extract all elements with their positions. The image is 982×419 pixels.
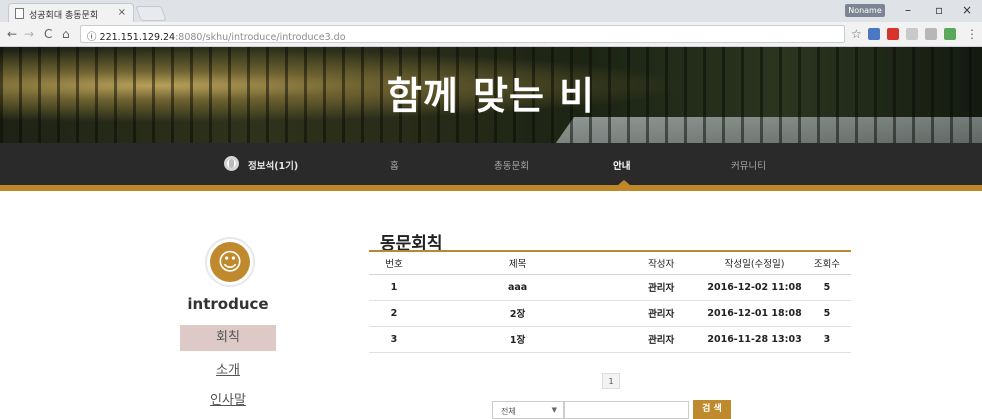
user-name[interactable]: 정보석(1기) <box>248 158 298 172</box>
row-views: 3 <box>802 326 851 353</box>
profile-badge[interactable]: Noname <box>845 4 885 17</box>
browser-menu-icon[interactable]: ⋮ <box>966 27 978 41</box>
row-title-link[interactable]: 1장 <box>418 326 617 353</box>
address-toolbar: ← → C ⌂ ⓘ 221.151.129.24:8080/skhu/intro… <box>0 22 982 47</box>
chevron-down-icon: ▼ <box>551 406 557 414</box>
browser-tab-strip: 성공회대 총동문회 × Noname – ▫ × <box>0 0 982 22</box>
browser-tab[interactable]: 성공회대 총동문회 × <box>8 3 134 22</box>
search-input[interactable] <box>564 401 689 419</box>
window-close-button[interactable]: × <box>962 3 972 17</box>
row-title-link[interactable]: aaa <box>418 274 617 301</box>
nav-accent-bar <box>0 185 982 191</box>
active-nav-caret-icon <box>618 180 630 185</box>
sidebar-item-rules[interactable]: 회칙 <box>180 325 276 351</box>
close-tab-icon[interactable]: × <box>118 7 126 18</box>
row-date: 2016-11-28 13:03 <box>706 326 803 353</box>
site-info-icon[interactable]: ⓘ <box>87 32 97 43</box>
back-icon[interactable]: ← <box>7 27 17 41</box>
nav-item-community[interactable]: 커뮤니티 <box>731 158 766 172</box>
extension-icon[interactable] <box>925 28 937 40</box>
row-title-link[interactable]: 2장 <box>418 300 617 327</box>
search-scope-select[interactable]: 전체 ▼ <box>492 401 564 419</box>
row-views: 5 <box>802 274 851 301</box>
url-path: :8080/skhu/introduce/introduce3.do <box>175 32 346 43</box>
nav-item-alumni[interactable]: 총동문회 <box>494 158 529 172</box>
search-button[interactable]: 검 색 <box>693 400 731 419</box>
row-number: 3 <box>369 326 419 353</box>
extension-icon[interactable] <box>906 28 918 40</box>
row-author: 관리자 <box>616 274 707 301</box>
forward-icon[interactable]: → <box>24 27 34 41</box>
board-table: 번호 제목 작성자 작성일(수정일) 조회수 1 aaa 관리자 2016-12… <box>369 250 851 353</box>
table-header-row: 번호 제목 작성자 작성일(수정일) 조회수 <box>369 251 851 275</box>
banner-title: 함께 맞는 비 <box>386 74 596 118</box>
hero-banner: 함께 맞는 비 <box>0 47 982 143</box>
sidebar-item-about[interactable]: 소개 <box>180 358 276 384</box>
new-tab-button[interactable] <box>135 6 167 21</box>
row-date: 2016-12-01 18:08 <box>706 300 803 327</box>
search-scope-value: 전체 <box>501 407 516 416</box>
pagination-page-1[interactable]: 1 <box>602 373 620 389</box>
sidebar-item-greeting[interactable]: 인사말 <box>180 388 276 414</box>
home-icon[interactable]: ⌂ <box>62 27 70 41</box>
row-views: 5 <box>802 300 851 327</box>
extension-icon[interactable] <box>887 28 899 40</box>
col-header-author: 작성자 <box>616 251 707 275</box>
nav-item-home[interactable]: 홈 <box>390 158 399 172</box>
row-number: 1 <box>369 274 419 301</box>
extension-icon[interactable] <box>868 28 880 40</box>
sidebar-emblem: ☺ <box>205 237 255 287</box>
table-row[interactable]: 3 1장 관리자 2016-11-28 13:03 3 <box>369 326 851 353</box>
main-navigation: 홈 총동문회 안내 커뮤니티 <box>0 143 982 185</box>
url-host: 221.151.129.24 <box>99 32 176 43</box>
col-header-date: 작성일(수정일) <box>706 251 803 275</box>
col-header-number: 번호 <box>369 251 419 275</box>
col-header-title: 제목 <box>418 251 617 275</box>
table-row[interactable]: 2 2장 관리자 2016-12-01 18:08 5 <box>369 300 851 327</box>
row-number: 2 <box>369 300 419 327</box>
row-author: 관리자 <box>616 326 707 353</box>
maximize-button[interactable]: ▫ <box>935 3 943 17</box>
sidebar-title: introduce <box>187 295 269 313</box>
bookmark-star-icon[interactable]: ☆ <box>851 27 862 41</box>
col-header-views: 조회수 <box>802 251 851 275</box>
url-input[interactable]: ⓘ 221.151.129.24:8080/skhu/introduce/int… <box>80 25 845 43</box>
user-avatar-icon[interactable] <box>224 156 239 171</box>
reload-icon[interactable]: C <box>44 27 52 41</box>
extension-icon[interactable] <box>944 28 956 40</box>
row-author: 관리자 <box>616 300 707 327</box>
nav-item-guide[interactable]: 안내 <box>613 158 630 172</box>
row-date: 2016-12-02 11:08 <box>706 274 803 301</box>
page-icon <box>15 8 24 19</box>
table-row[interactable]: 1 aaa 관리자 2016-12-02 11:08 5 <box>369 274 851 301</box>
minimize-button[interactable]: – <box>905 3 911 17</box>
tab-title: 성공회대 총동문회 <box>29 11 99 21</box>
smiley-icon: ☺ <box>210 242 250 282</box>
